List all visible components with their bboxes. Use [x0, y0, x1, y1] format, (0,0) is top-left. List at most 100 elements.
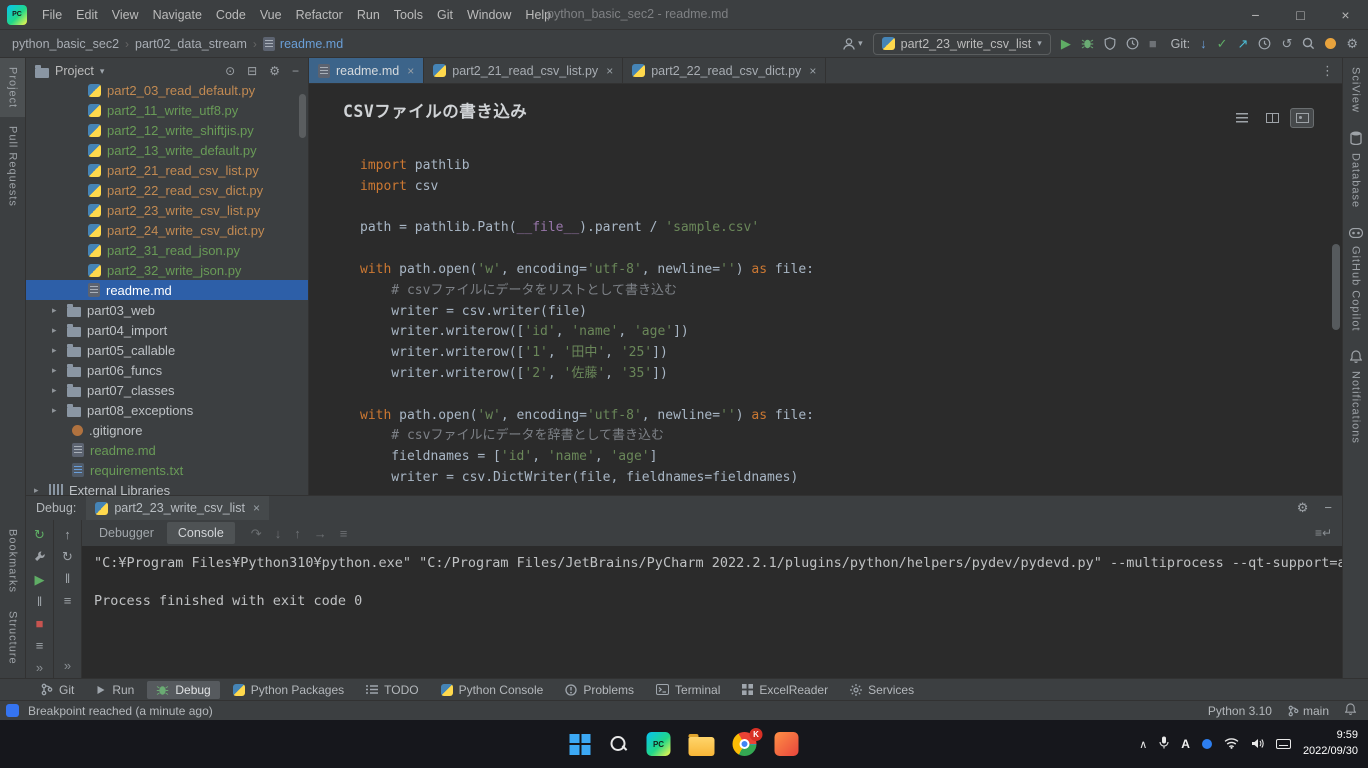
pause-button[interactable]: ‖ — [37, 595, 42, 608]
ide-notification-icon[interactable] — [1325, 38, 1336, 49]
tree-item-part2-12-write-shiftjis-py[interactable]: part2_12_write_shiftjis.py — [26, 120, 308, 140]
stop-button[interactable]: ■ — [36, 617, 44, 630]
toolwindow-button-python-packages[interactable]: Python Packages — [224, 681, 353, 699]
toolwindow-button-run[interactable]: Run — [87, 681, 143, 699]
search-everywhere-button[interactable] — [1302, 37, 1315, 50]
git-branch-selector[interactable]: main — [1288, 704, 1329, 718]
commit-button[interactable]: ✓ — [1217, 37, 1228, 50]
tree-item-readme-md[interactable]: readme.md — [26, 280, 308, 300]
toolwindow-stripe-structure[interactable]: Structure — [0, 602, 25, 674]
menu-window[interactable]: Window — [460, 4, 518, 26]
debug-tab-console[interactable]: Console — [167, 522, 235, 544]
volume-icon[interactable] — [1251, 737, 1264, 752]
breadcrumb-item-python-basic-sec2[interactable]: python_basic_sec2 — [10, 37, 121, 51]
menu-vue[interactable]: Vue — [253, 4, 289, 26]
step-out-icon[interactable]: ↑ — [294, 527, 301, 540]
toolwindow-button-debug[interactable]: Debug — [147, 681, 219, 699]
taskbar-pycharm-icon[interactable]: PC — [647, 732, 671, 756]
toolwindow-button-excelreader[interactable]: ExcelReader — [733, 681, 837, 699]
tree-item-part2-24-write-csv-dict-py[interactable]: part2_24_write_csv_dict.py — [26, 220, 308, 240]
menu-view[interactable]: View — [105, 4, 146, 26]
tree-item-readme-md[interactable]: readme.md — [26, 440, 308, 460]
menu-run[interactable]: Run — [350, 4, 387, 26]
soft-wrap-icon[interactable]: ≡ — [64, 594, 72, 607]
tree-item-part2-21-read-csv-list-py[interactable]: part2_21_read_csv_list.py — [26, 160, 308, 180]
debug-tab-debugger[interactable]: Debugger — [88, 522, 165, 544]
minimize-button[interactable]: − — [1233, 0, 1278, 30]
gear-icon[interactable]: ⚙ — [269, 64, 280, 78]
tab-options-icon[interactable]: ⋮ — [1321, 58, 1342, 83]
chevron-right-icon[interactable]: ▸ — [52, 325, 61, 336]
locate-file-icon[interactable]: ⊙ — [225, 64, 235, 78]
collapse-all-icon[interactable]: ⊟ — [247, 64, 257, 78]
tree-item-part05-callable[interactable]: ▸part05_callable — [26, 340, 308, 360]
chevron-right-icon[interactable]: ▸ — [52, 365, 61, 376]
editor-tab-part2-21-read-csv-list-py[interactable]: part2_21_read_csv_list.py× — [424, 58, 623, 83]
console-options-icon[interactable]: ≡↵ — [1315, 526, 1342, 540]
chevron-right-icon[interactable]: ▸ — [52, 345, 61, 356]
editor-tab-part2-22-read-csv-dict-py[interactable]: part2_22_read_csv_dict.py× — [623, 58, 826, 83]
restart-icon[interactable]: ↻ — [62, 550, 73, 563]
toolwindow-button-services[interactable]: Services — [841, 681, 923, 699]
close-icon[interactable]: × — [606, 64, 613, 78]
view-breakpoints-icon[interactable]: ≡ — [36, 639, 44, 652]
more-icon[interactable]: » — [64, 659, 71, 672]
maximize-button[interactable]: □ — [1278, 0, 1323, 30]
more-icon[interactable]: » — [36, 661, 43, 674]
toolwindow-stripe-bookmarks[interactable]: Bookmarks — [0, 520, 25, 602]
toolwindow-stripe-database[interactable]: Database — [1343, 122, 1368, 217]
push-button[interactable]: ↗ — [1238, 37, 1249, 50]
bell-icon[interactable] — [1345, 703, 1356, 718]
run-button[interactable]: ▶ — [1061, 37, 1071, 50]
menu-navigate[interactable]: Navigate — [146, 4, 209, 26]
editor-content[interactable]: CSVファイルの書き込み import pathlibimport csv pa… — [309, 84, 1342, 495]
tree-item-external-libraries[interactable]: ▸External Libraries — [26, 480, 308, 495]
toolwindow-button-python-console[interactable]: Python Console — [432, 681, 553, 699]
toolwindow-button-todo[interactable]: TODO — [357, 681, 427, 699]
tree-item-gitignore[interactable]: .gitignore — [26, 420, 308, 440]
tree-item-part2-13-write-default-py[interactable]: part2_13_write_default.py — [26, 140, 308, 160]
tree-item-part2-22-read-csv-dict-py[interactable]: part2_22_read_csv_dict.py — [26, 180, 308, 200]
debug-button[interactable] — [1081, 37, 1094, 50]
gear-icon[interactable]: ⚙ — [1297, 500, 1309, 516]
chevron-right-icon[interactable]: ▸ — [52, 305, 61, 316]
microphone-icon[interactable] — [1159, 736, 1169, 752]
menu-code[interactable]: Code — [209, 4, 253, 26]
ime-indicator[interactable]: A — [1181, 737, 1190, 751]
menu-file[interactable]: File — [35, 4, 69, 26]
toolwindow-stripe-github-copilot[interactable]: GitHub Copilot — [1343, 217, 1368, 341]
editor-scrollbar[interactable] — [1332, 244, 1340, 330]
resume-button[interactable]: ▶ — [35, 573, 45, 586]
user-avatar-icon[interactable]: ▾ — [842, 37, 863, 51]
taskbar-search-icon[interactable] — [609, 734, 629, 754]
md-split-view-icon[interactable] — [1260, 108, 1284, 128]
taskbar-app-icon[interactable] — [775, 732, 799, 756]
project-scrollbar[interactable] — [299, 94, 306, 138]
pause-output-icon[interactable]: ‖ — [65, 572, 70, 585]
close-icon[interactable]: × — [253, 501, 260, 515]
editor-tab-readme-md[interactable]: readme.md× — [309, 58, 424, 83]
md-editor-only-icon[interactable] — [1230, 108, 1254, 128]
python-interpreter-selector[interactable]: Python 3.10 — [1208, 704, 1272, 718]
chevron-right-icon[interactable]: ▸ — [52, 385, 61, 396]
rerun-button[interactable]: ↻ — [34, 528, 45, 541]
run-to-cursor-icon[interactable]: → — [314, 527, 327, 540]
toolwindow-stripe-project[interactable]: Project — [0, 58, 25, 117]
chevron-right-icon[interactable]: ▸ — [52, 405, 61, 416]
close-button[interactable]: × — [1323, 0, 1368, 30]
tree-item-requirements-txt[interactable]: requirements.txt — [26, 460, 308, 480]
tree-item-part03-web[interactable]: ▸part03_web — [26, 300, 308, 320]
breadcrumb-item-readme-md[interactable]: readme.md — [261, 37, 345, 51]
menu-git[interactable]: Git — [430, 4, 460, 26]
settings-gear-icon[interactable]: ⚙ — [1346, 37, 1358, 50]
close-icon[interactable]: × — [809, 64, 816, 78]
console-output[interactable]: "C:¥Program Files¥Python310¥python.exe" … — [82, 546, 1342, 678]
menu-tools[interactable]: Tools — [387, 4, 430, 26]
taskbar-explorer-icon[interactable] — [689, 737, 715, 756]
wifi-icon[interactable] — [1224, 737, 1239, 752]
menu-refactor[interactable]: Refactor — [289, 4, 350, 26]
tree-item-part2-32-write-json-py[interactable]: part2_32_write_json.py — [26, 260, 308, 280]
run-configuration-selector[interactable]: part2_23_write_csv_list ▾ — [873, 33, 1051, 55]
bluetooth-tray-icon[interactable] — [1202, 739, 1212, 749]
modify-run-config-icon[interactable] — [34, 550, 46, 564]
